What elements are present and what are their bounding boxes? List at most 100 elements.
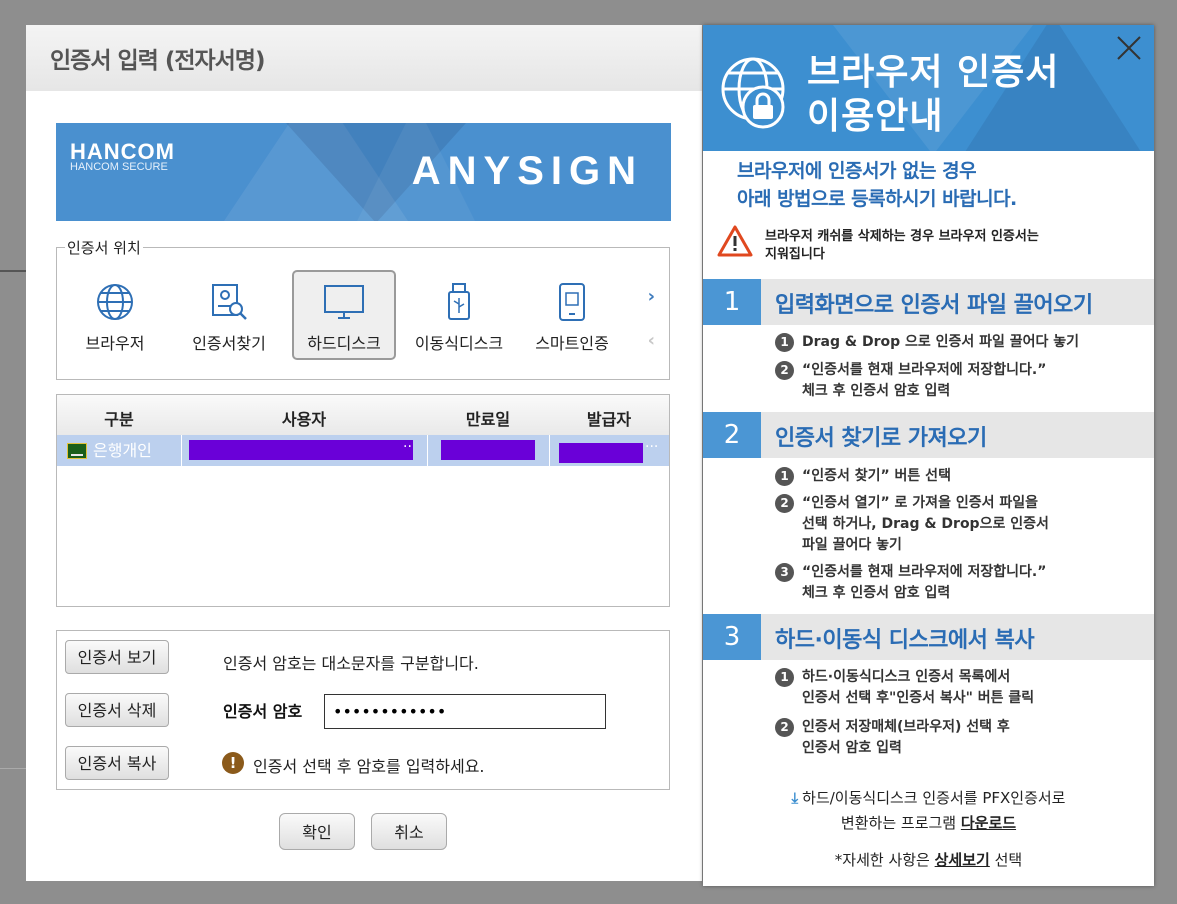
guide-title: 브라우저 인증서 이용안내 <box>807 51 1059 139</box>
password-label: 인증서 암호 <box>223 702 303 721</box>
location-browser[interactable]: 브라우저 <box>63 270 167 360</box>
step-text: 인증서 저장매체(브라우저) 선택 후 <box>802 719 1010 735</box>
step-number: 3 <box>775 563 794 582</box>
anysign-banner: HANCOM HANCOM SECURE ANYSIGN <box>56 123 671 221</box>
ok-button[interactable]: 확인 <box>279 813 355 850</box>
delete-certificate-button[interactable]: 인증서 삭제 <box>65 693 169 727</box>
download-note-2: 변환하는 프로그램 다운로드 <box>703 812 1154 833</box>
view-certificate-button[interactable]: 인증서 보기 <box>65 640 169 674</box>
detail-note: *자세한 사항은 상세보기 선택 <box>703 849 1154 870</box>
location-removable-disk[interactable]: 이동식디스크 <box>407 270 511 360</box>
exclamation-icon: ! <box>222 752 244 774</box>
step-number: 2 <box>775 718 794 737</box>
step-text: “인증서를 현재 브라우저에 저장합니다.” <box>802 362 1047 378</box>
redaction-user <box>189 440 413 460</box>
table-row[interactable]: 은행개인 .. ... <box>57 435 669 466</box>
step-text: 파일 끌어다 놓기 <box>802 537 902 553</box>
location-certificate-search[interactable]: 인증서찾기 <box>177 270 281 360</box>
intro-line1: 브라우저에 인증서가 없는 경우 <box>737 160 977 182</box>
section-3-header: 3 하드·이동식 디스크에서 복사 <box>703 614 1154 660</box>
usb-icon <box>448 283 470 320</box>
section-2-header: 2 인증서 찾기로 가져오기 <box>703 412 1154 458</box>
password-input[interactable] <box>324 694 606 729</box>
table-header: 구분 사용자 만료일 발급자 <box>57 395 669 436</box>
step-text: “인증서를 현재 브라우저에 저장합니다.” <box>802 564 1047 580</box>
location-smart-cert[interactable]: 스마트인증 <box>520 270 624 360</box>
close-icon[interactable] <box>1114 33 1144 63</box>
scroll-right-icon[interactable]: › <box>648 286 655 307</box>
section-number: 3 <box>703 614 761 660</box>
download-note-line2: 변환하는 프로그램 <box>840 814 961 832</box>
location-label: 이동식디스크 <box>414 334 504 353</box>
intro-line2: 아래 방법으로 등록하시기 바랍니다. <box>737 188 1017 210</box>
warning-icon <box>717 225 753 257</box>
cell-user-tail: .. <box>403 435 412 451</box>
section-number: 1 <box>703 279 761 325</box>
column-type: 구분 <box>104 410 134 429</box>
scroll-left-icon[interactable]: ‹ <box>648 330 655 351</box>
section-title: 인증서 찾기로 가져오기 <box>775 426 987 451</box>
anysign-logo: ANYSIGN <box>411 149 643 193</box>
section-title: 입력화면으로 인증서 파일 끌어오기 <box>775 293 1093 318</box>
certificate-search-icon <box>212 284 247 320</box>
guide-title-line2: 이용안내 <box>807 96 944 137</box>
cancel-button[interactable]: 취소 <box>371 813 447 850</box>
column-expiry: 만료일 <box>465 410 511 429</box>
section-title: 하드·이동식 디스크에서 복사 <box>775 628 1035 653</box>
step-text: 하드·이동식디스크 인증서 목록에서 <box>802 669 1011 685</box>
cell-issuer-tail: ... <box>645 435 659 451</box>
globe-lock-icon <box>721 57 785 129</box>
browser-certificate-guide: 브라우저 인증서 이용안내 브라우저에 인증서가 없는 경우 아래 방법으로 등… <box>703 25 1154 886</box>
step-text: Drag & Drop 으로 인증서 파일 끌어다 놓기 <box>802 334 1080 350</box>
download-note: ⤓ 하드/이동식디스크 인증서를 PFX인증서로 <box>703 787 1154 808</box>
location-label: 스마트인증 <box>535 334 609 353</box>
download-icon: ⤓ <box>791 789 799 807</box>
cell-type: 은행개인 <box>93 441 152 460</box>
section-1-header: 1 입력화면으로 인증서 파일 끌어오기 <box>703 279 1154 325</box>
location-hard-disk[interactable]: 하드디스크 <box>292 270 396 360</box>
download-note-line1: 하드/이동식디스크 인증서를 PFX인증서로 <box>802 789 1066 807</box>
step-number: 1 <box>775 668 794 687</box>
section-number: 2 <box>703 412 761 458</box>
certificate-location-group: 인증서 위치 브라우저 인증서찾기 하드디스크 이동식디스크 스마트인증 › ‹ <box>56 237 670 380</box>
dialog-header: 인증서 입력 (전자서명) <box>26 25 702 91</box>
copy-certificate-button[interactable]: 인증서 복사 <box>65 746 169 780</box>
certificate-icon <box>67 443 87 459</box>
step-number: 1 <box>775 467 794 486</box>
globe-icon <box>97 284 133 320</box>
column-user: 사용자 <box>281 410 327 429</box>
certificate-dialog: 인증서 입력 (전자서명) HANCOM HANCOM SECURE ANYSI… <box>26 25 702 881</box>
step-text: 체크 후 인증서 암호 입력 <box>802 585 951 601</box>
location-legend: 인증서 위치 <box>65 237 143 258</box>
step-number: 2 <box>775 361 794 380</box>
certificate-actions: 인증서 보기 인증서 암호는 대소문자를 구분합니다. 인증서 삭제 인증서 암… <box>56 630 670 790</box>
download-link[interactable]: 다운로드 <box>961 814 1016 832</box>
guide-header: 브라우저 인증서 이용안내 <box>703 25 1154 151</box>
monitor-icon <box>324 285 364 319</box>
warning-line2: 지워집니다 <box>765 247 825 262</box>
detail-link[interactable]: 상세보기 <box>935 851 990 869</box>
hancom-logo-subtitle: HANCOM SECURE <box>70 161 168 173</box>
detail-note-post: 선택 <box>989 851 1023 869</box>
background-divider <box>0 768 26 769</box>
step-text: 체크 후 인증서 암호 입력 <box>802 383 951 399</box>
column-issuer: 발급자 <box>586 410 632 429</box>
step-text: 선택 하거나, Drag & Drop으로 인증서 <box>802 516 1049 532</box>
guide-intro: 브라우저에 인증서가 없는 경우 아래 방법으로 등록하시기 바랍니다. <box>737 157 1017 213</box>
step-number: 2 <box>775 494 794 513</box>
warning-line1: 브라우저 캐쉬를 삭제하는 경우 브라우저 인증서는 <box>765 229 1039 244</box>
redaction-expiry <box>441 440 535 460</box>
case-sensitive-note: 인증서 암호는 대소문자를 구분합니다. <box>223 654 479 673</box>
step-text: “인증서 열기” 로 가져올 인증서 파일을 <box>802 495 1038 511</box>
step-number: 1 <box>775 333 794 352</box>
certificate-table: 구분 사용자 만료일 발급자 은행개인 .. ... <box>56 394 670 607</box>
location-label: 인증서찾기 <box>192 334 266 353</box>
step-text: 인증서 선택 후"인증서 복사" 버튼 클릭 <box>802 690 1035 706</box>
location-label: 하드디스크 <box>307 334 381 353</box>
detail-note-pre: *자세한 사항은 <box>834 851 935 869</box>
step-text: “인증서 찾기” 버튼 선택 <box>802 468 951 484</box>
location-label: 브라우저 <box>85 334 145 353</box>
redaction-issuer <box>559 443 643 463</box>
cache-warning: 브라우저 캐쉬를 삭제하는 경우 브라우저 인증서는 지워집니다 <box>765 228 1039 264</box>
guide-title-line1: 브라우저 인증서 <box>807 52 1060 93</box>
